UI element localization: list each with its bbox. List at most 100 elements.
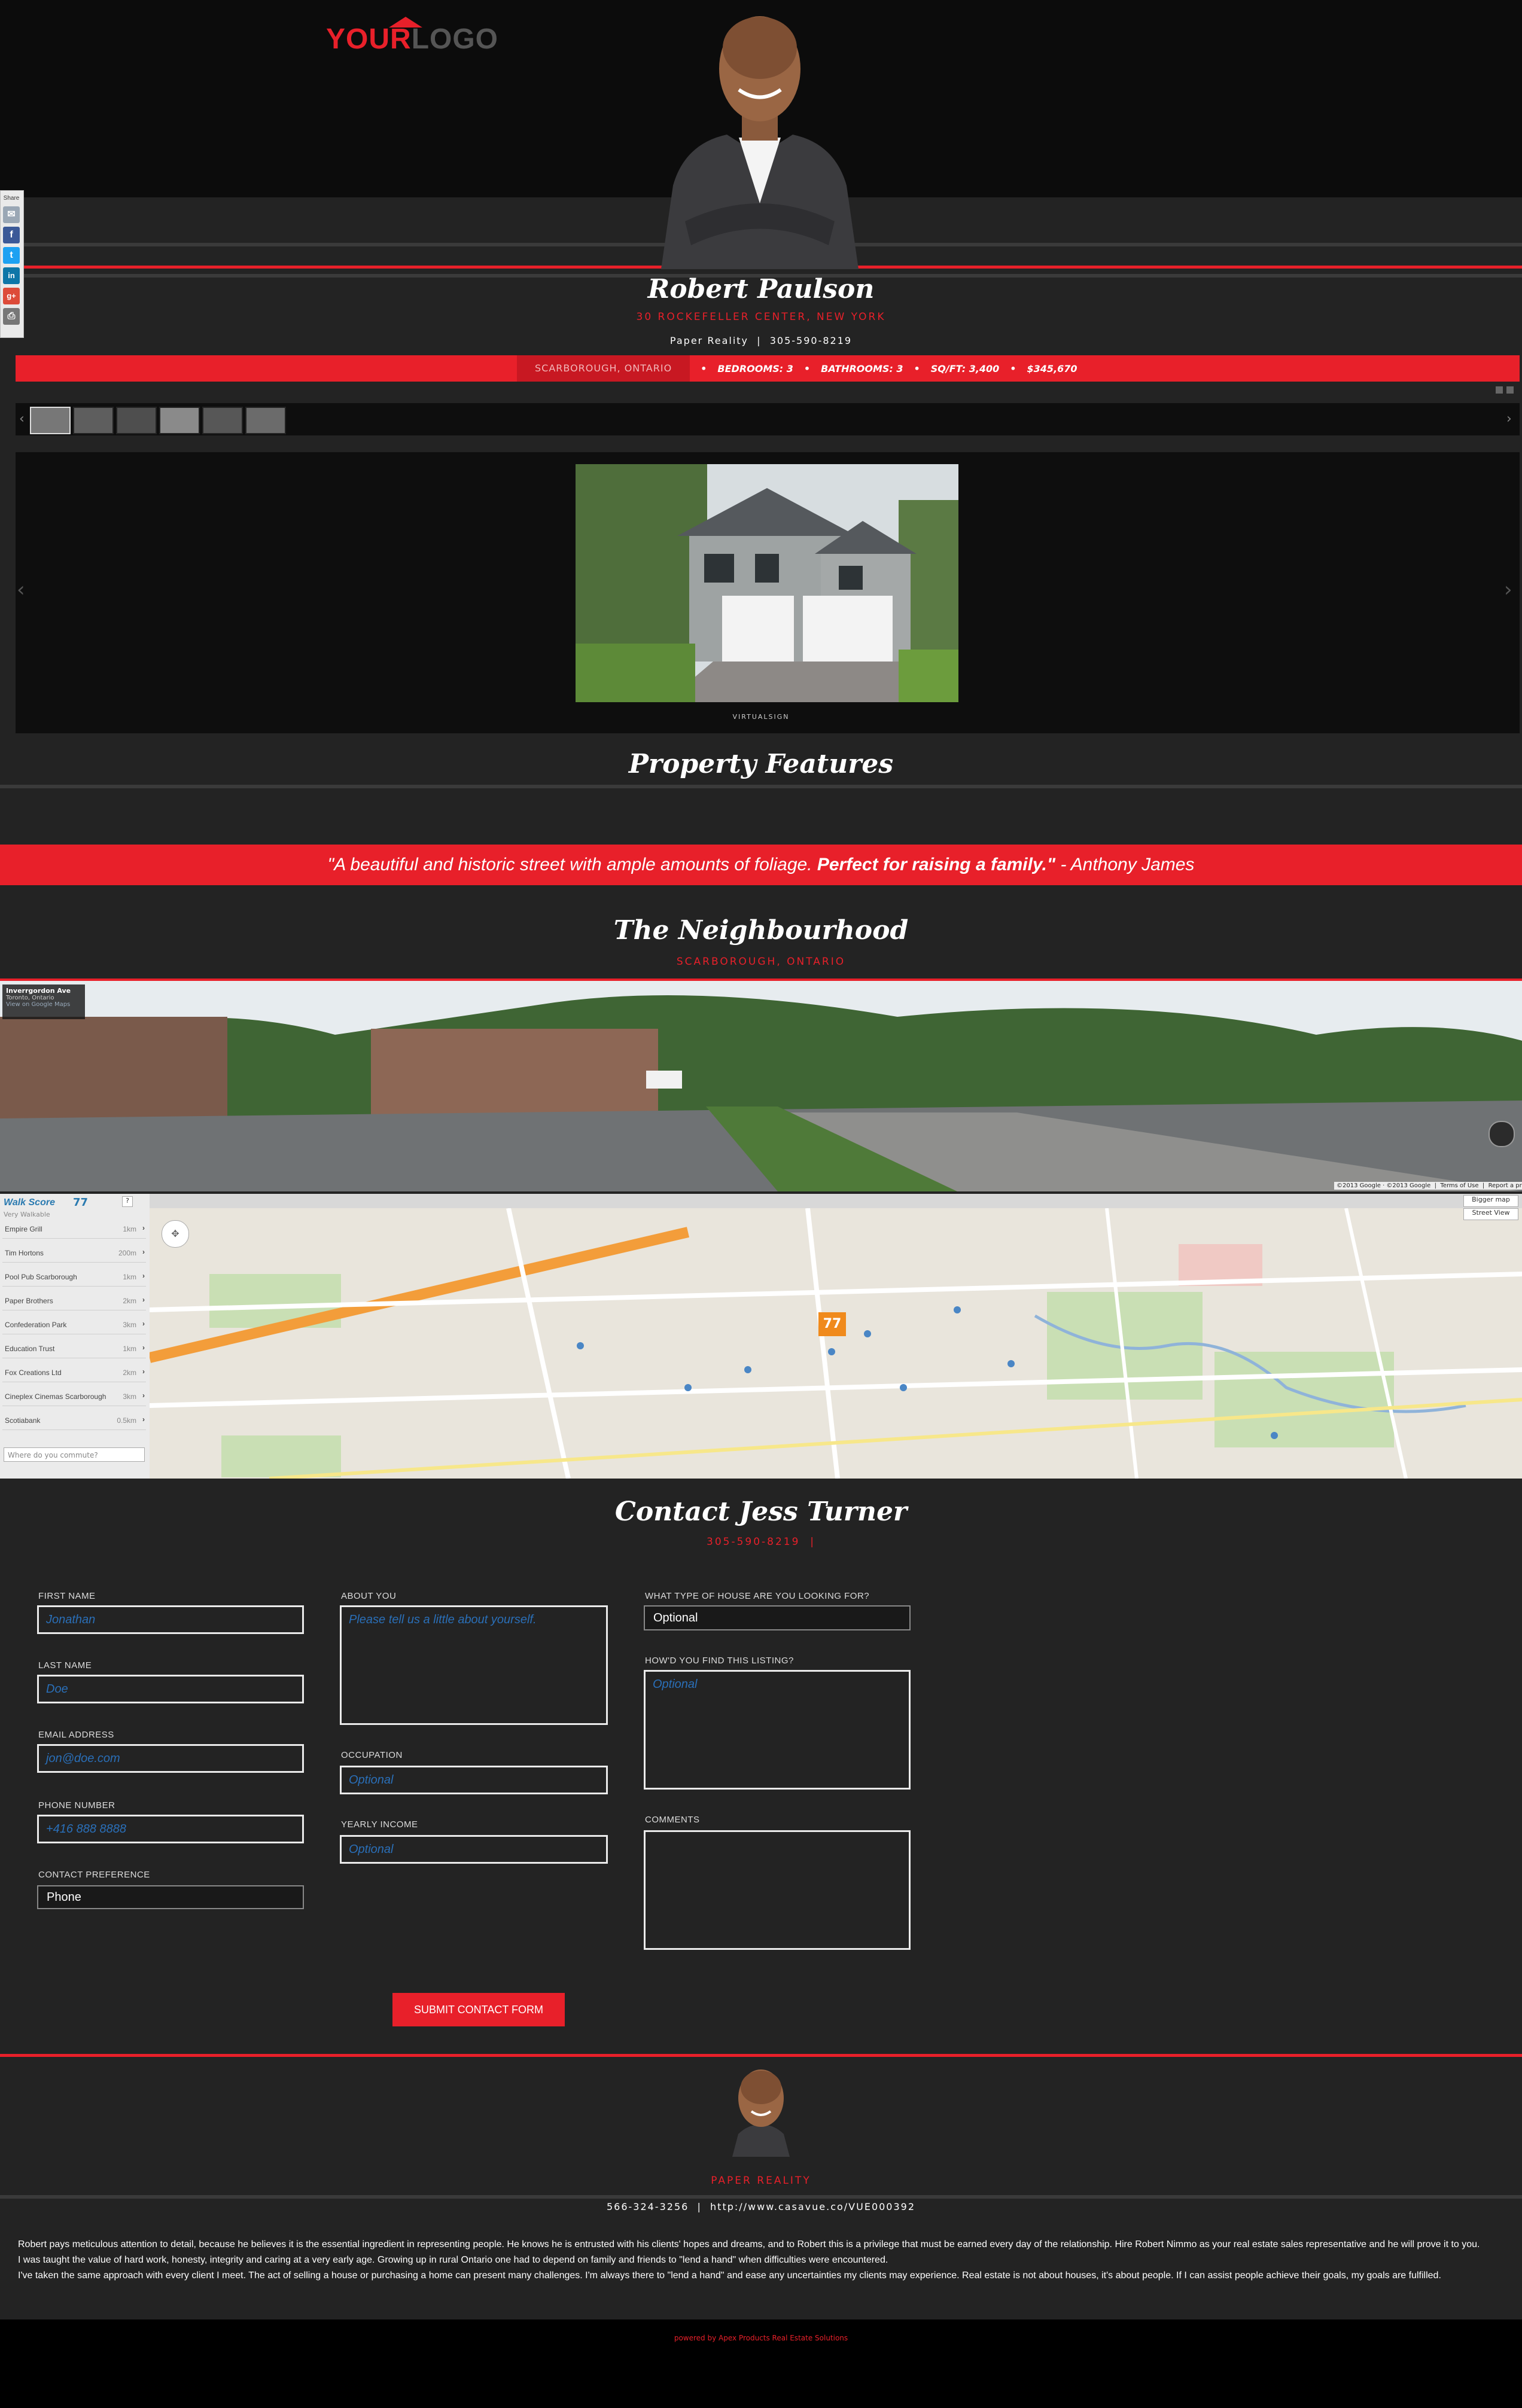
house-type-select[interactable]: Optional bbox=[644, 1605, 911, 1630]
list-view-icon[interactable] bbox=[1506, 386, 1514, 394]
compass-icon[interactable] bbox=[1488, 1121, 1515, 1147]
occupation-input[interactable]: Optional bbox=[340, 1766, 608, 1794]
walk-score-label: Walk Score bbox=[4, 1197, 55, 1208]
walkscore-marker[interactable]: 77 bbox=[818, 1312, 846, 1336]
amenity-name: Education Trust bbox=[5, 1345, 55, 1353]
separator-dot: • bbox=[914, 362, 920, 374]
walk-amenity-item[interactable]: Tim Hortons 200m › bbox=[2, 1245, 146, 1263]
walk-score-desc: Very Walkable bbox=[4, 1211, 50, 1218]
about-you-label: ABOUT YOU bbox=[341, 1591, 397, 1601]
testimonial-quote: "A beautiful and historic street with am… bbox=[0, 845, 1522, 885]
property-features-title: Property Features bbox=[628, 749, 894, 779]
amenity-name: Paper Brothers bbox=[5, 1297, 53, 1305]
amenity-distance: 0.5km bbox=[117, 1416, 136, 1425]
chevron-right-icon: › bbox=[142, 1224, 145, 1232]
house-photo[interactable] bbox=[576, 464, 958, 702]
street-view-button[interactable]: Street View bbox=[1463, 1208, 1518, 1220]
gallery-prev-icon[interactable]: ‹ bbox=[17, 578, 25, 602]
comments-textarea[interactable] bbox=[644, 1830, 911, 1950]
footer-agent-photo bbox=[732, 2069, 790, 2157]
map-copyright: ©2013 Google · ©2013 Google | Terms of U… bbox=[1334, 1182, 1522, 1190]
thumb-prev-icon[interactable]: ‹ bbox=[19, 412, 25, 426]
amenity-distance: 2km bbox=[123, 1297, 136, 1305]
footer-contact-line[interactable]: 566-324-3256 | http://www.casavue.co/VUE… bbox=[0, 2201, 1522, 2212]
help-icon[interactable]: ? bbox=[122, 1196, 133, 1207]
listing-location: SCARBOROUGH, ONTARIO bbox=[517, 355, 690, 382]
walkscore-panel: Walk Score 77 ? Very Walkable Empire Gri… bbox=[0, 1194, 150, 1479]
amenity-name: Empire Grill bbox=[5, 1225, 42, 1233]
thumbnail[interactable] bbox=[73, 407, 114, 434]
commute-input[interactable]: Where do you commute? bbox=[4, 1447, 145, 1462]
email-share-icon[interactable]: ✉ bbox=[3, 206, 20, 223]
chevron-right-icon: › bbox=[142, 1367, 145, 1376]
about-you-textarea[interactable]: Please tell us a little about yourself. bbox=[340, 1605, 608, 1725]
separator-dot: • bbox=[1010, 362, 1016, 374]
contact-phone: 305-590-8219 | bbox=[707, 1536, 815, 1548]
amenity-distance: 200m bbox=[118, 1249, 136, 1257]
submit-contact-button[interactable]: SUBMIT CONTACT FORM bbox=[392, 1993, 565, 2026]
neighbourhood-map[interactable] bbox=[150, 1208, 1522, 1479]
gallery-next-icon[interactable]: › bbox=[1504, 578, 1512, 602]
walk-amenity-item[interactable]: Scotiabank 0.5km › bbox=[2, 1413, 146, 1430]
contact-preference-select[interactable]: Phone bbox=[37, 1885, 304, 1909]
phone-label: PHONE NUMBER bbox=[38, 1800, 115, 1810]
listing-bedrooms: BEDROOMS: 3 bbox=[717, 362, 793, 374]
thumb-next-icon[interactable]: › bbox=[1506, 412, 1512, 426]
phone-input[interactable]: +416 888 8888 bbox=[37, 1815, 304, 1843]
agent-portrait bbox=[661, 16, 859, 269]
thumbnail[interactable] bbox=[30, 407, 71, 434]
found-listing-textarea[interactable]: Optional bbox=[644, 1670, 911, 1790]
pan-control-icon[interactable]: ✥ bbox=[162, 1220, 189, 1248]
powered-by-link[interactable]: powered by Apex Products Real Estate Sol… bbox=[0, 2334, 1522, 2342]
twitter-icon[interactable]: t bbox=[3, 247, 20, 264]
walk-amenity-item[interactable]: Empire Grill 1km › bbox=[2, 1221, 146, 1239]
chevron-right-icon: › bbox=[142, 1272, 145, 1280]
email-input[interactable]: jon@doe.com bbox=[37, 1744, 304, 1773]
amenity-name: Confederation Park bbox=[5, 1321, 67, 1329]
footer-stripe bbox=[0, 2195, 1522, 2199]
chevron-right-icon: › bbox=[142, 1319, 145, 1328]
listing-bathrooms: BATHROOMS: 3 bbox=[821, 362, 903, 374]
first-name-input[interactable]: Jonathan bbox=[37, 1605, 304, 1634]
view-on-google-maps-link[interactable]: View on Google Maps bbox=[2, 1001, 85, 1008]
yearly-income-label: YEARLY INCOME bbox=[341, 1819, 418, 1830]
amenity-name: Pool Pub Scarborough bbox=[5, 1273, 77, 1281]
agent-bio: Robert pays meticulous attention to deta… bbox=[18, 2237, 1502, 2284]
walk-amenity-item[interactable]: Paper Brothers 2km › bbox=[2, 1293, 146, 1310]
footer-company: PAPER REALITY bbox=[711, 2175, 811, 2187]
amenity-distance: 3km bbox=[123, 1321, 136, 1329]
thumbnail[interactable] bbox=[116, 407, 157, 434]
contact-preference-label: CONTACT PREFERENCE bbox=[38, 1870, 150, 1880]
house-type-label: WHAT TYPE OF HOUSE ARE YOU LOOKING FOR? bbox=[645, 1591, 870, 1601]
yearly-income-input[interactable]: Optional bbox=[340, 1835, 608, 1864]
occupation-label: OCCUPATION bbox=[341, 1750, 403, 1760]
walk-amenity-item[interactable]: Education Trust 1km › bbox=[2, 1341, 146, 1358]
chevron-right-icon: › bbox=[142, 1415, 145, 1424]
walk-amenity-item[interactable]: Confederation Park 3km › bbox=[2, 1317, 146, 1334]
thumbnail[interactable] bbox=[202, 407, 243, 434]
gallery-caption: VIRTUALSIGN bbox=[732, 713, 790, 721]
walk-amenity-item[interactable]: Cineplex Cinemas Scarborough 3km › bbox=[2, 1389, 146, 1406]
found-listing-label: HOW'D YOU FIND THIS LISTING? bbox=[645, 1656, 794, 1666]
last-name-input[interactable]: Doe bbox=[37, 1675, 304, 1703]
bio-paragraph: Robert pays meticulous attention to deta… bbox=[18, 2239, 1480, 2250]
facebook-icon[interactable]: f bbox=[3, 227, 20, 243]
walk-amenity-item[interactable]: Fox Creations Ltd 2km › bbox=[2, 1365, 146, 1382]
bio-paragraph: I've taken the same approach with every … bbox=[18, 2270, 1441, 2281]
bigger-map-button[interactable]: Bigger map bbox=[1463, 1195, 1518, 1207]
amenity-distance: 1km bbox=[123, 1225, 136, 1233]
amenity-distance: 2km bbox=[123, 1368, 136, 1377]
thumbnail[interactable] bbox=[245, 407, 286, 434]
thumbnail[interactable] bbox=[159, 407, 200, 434]
street-view-panorama[interactable] bbox=[0, 981, 1522, 1191]
chevron-right-icon: › bbox=[142, 1248, 145, 1256]
listing-sqft: SQ/FT: 3,400 bbox=[930, 362, 1000, 374]
street-city: Toronto, Ontario bbox=[6, 995, 54, 1001]
site-logo[interactable]: YOURLOGO bbox=[326, 23, 498, 56]
listing-info-bar: SCARBOROUGH, ONTARIO • BEDROOMS: 3 • BAT… bbox=[16, 355, 1520, 382]
amenity-name: Tim Hortons bbox=[5, 1249, 44, 1257]
grid-view-icon[interactable] bbox=[1496, 386, 1503, 394]
chevron-right-icon: › bbox=[142, 1296, 145, 1304]
walk-amenity-item[interactable]: Pool Pub Scarborough 1km › bbox=[2, 1269, 146, 1287]
share-label: Share bbox=[3, 195, 20, 202]
